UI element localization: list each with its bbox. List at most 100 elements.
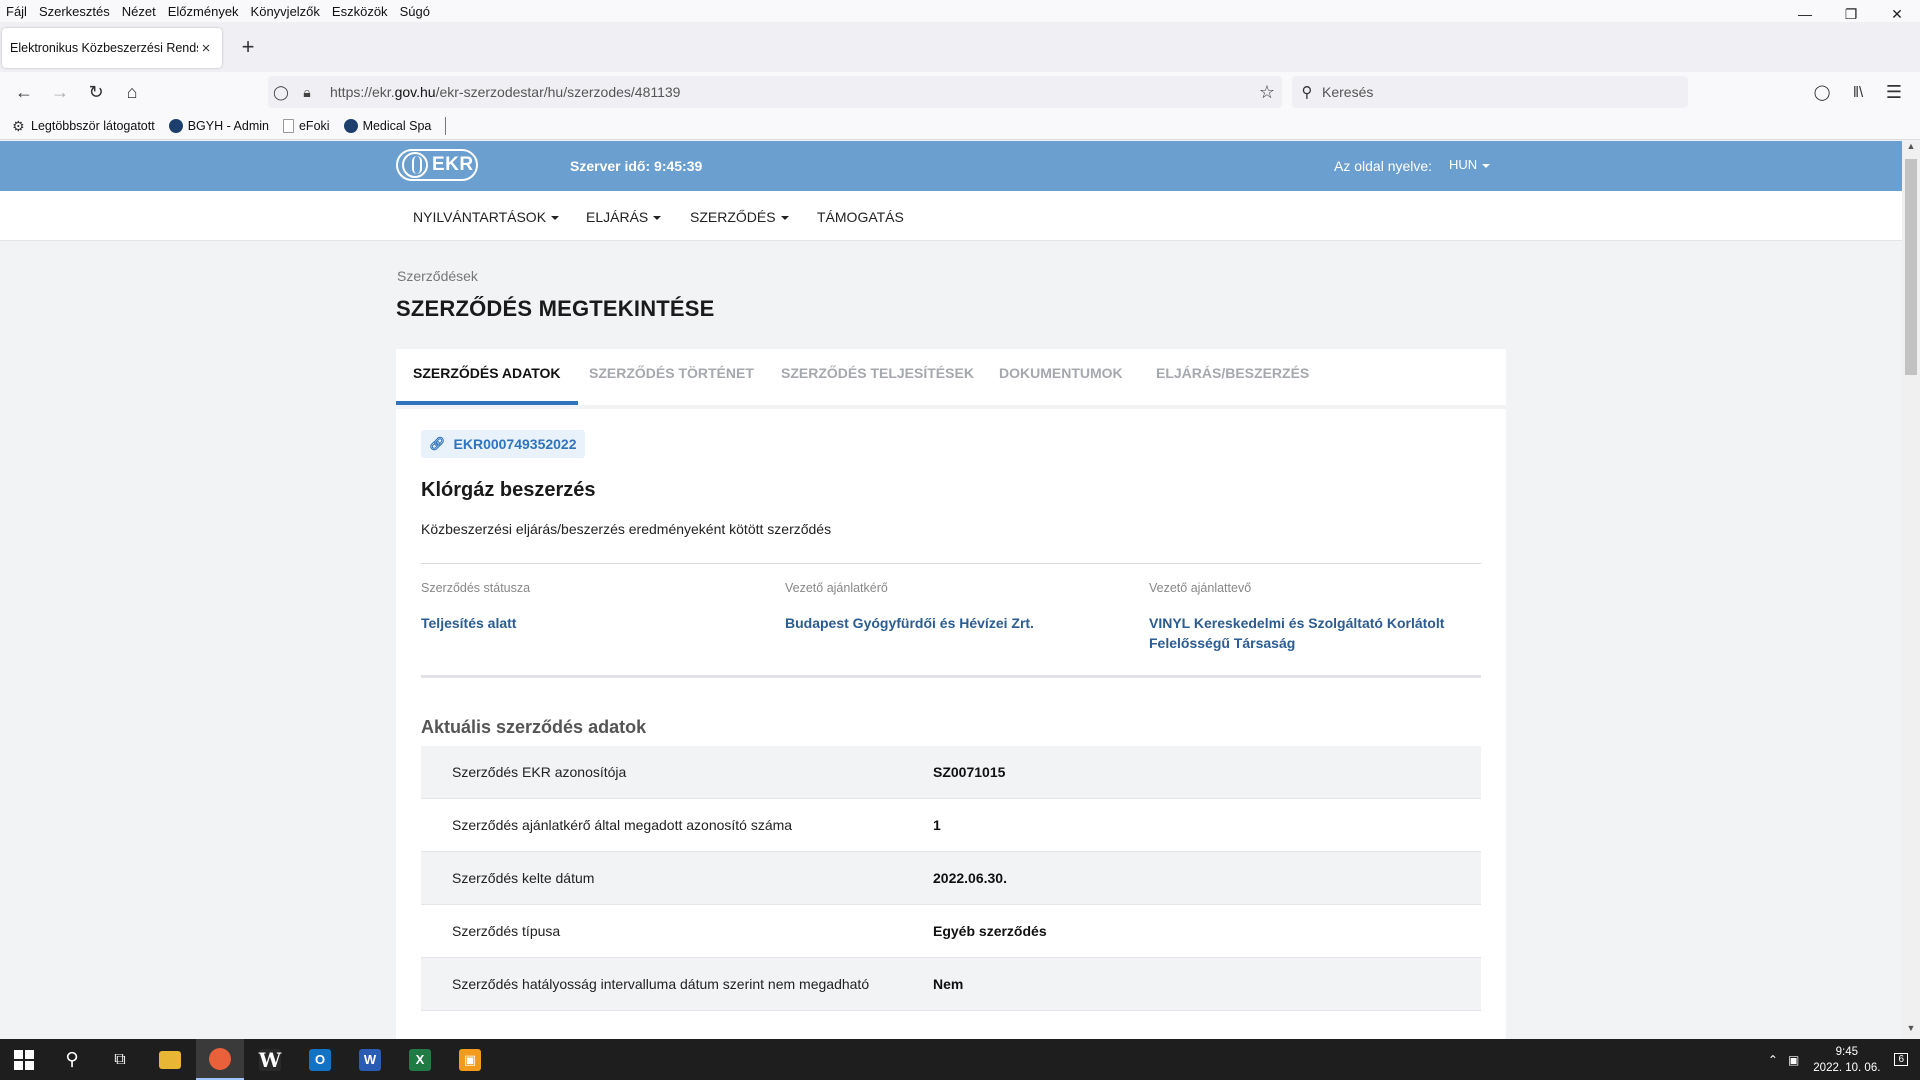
server-time: Szerver idő: 9:45:39 — [570, 158, 703, 174]
tab-contract-data[interactable]: SZERZŐDÉS ADATOK — [396, 349, 578, 405]
notifications-icon[interactable]: 6 — [1894, 1053, 1908, 1066]
section-title: Aktuális szerződés adatok — [421, 717, 647, 737]
site-favicon-icon — [168, 118, 183, 133]
row-value: 2022.06.30. — [933, 870, 1007, 886]
menu-edit[interactable]: Szerkesztés — [33, 4, 116, 19]
home-icon[interactable]: ⌂ — [118, 78, 146, 106]
tab-contract-history[interactable]: SZERZŐDÉS TÖRTÉNET — [589, 349, 754, 405]
language-selector[interactable]: HUN — [1449, 157, 1491, 172]
back-arrow-icon[interactable]: ← — [10, 78, 38, 106]
outlook-icon[interactable]: O — [296, 1039, 344, 1080]
firefox-icon[interactable] — [196, 1039, 244, 1080]
menu-history[interactable]: Előzmények — [162, 4, 245, 19]
row-label: Szerződés kelte dátum — [452, 870, 595, 886]
system-tray: ⌃ ▣ 9:45 2022. 10. 06. 6 — [1768, 1039, 1920, 1080]
ekr-header: EKR Szerver idő: 9:45:39 Az oldal nyelve… — [0, 141, 1902, 191]
menu-file[interactable]: Fájl — [0, 4, 33, 19]
info-contracting-authority: Vezető ajánlatkérő Budapest Gyógyfürdői … — [785, 581, 1115, 633]
search-icon[interactable]: ⚲ — [48, 1039, 96, 1080]
wikipedia-icon[interactable]: W — [246, 1039, 294, 1080]
contract-title: Klórgáz beszerzés — [421, 479, 596, 501]
table-row: Szerződés ajánlatkérő által megadott azo… — [421, 799, 1481, 852]
hamburger-menu-icon[interactable]: ☰ — [1880, 78, 1908, 106]
menu-tools[interactable]: Eszközök — [326, 4, 394, 19]
table-row: Szerződés típusa Egyéb szerződés — [421, 905, 1481, 958]
table-row: Szerződés kelte dátum 2022.06.30. — [421, 852, 1481, 905]
clock[interactable]: 9:45 2022. 10. 06. — [1813, 1044, 1880, 1076]
word-icon[interactable]: W — [346, 1039, 394, 1080]
file-explorer-icon[interactable] — [146, 1039, 194, 1080]
library-icon[interactable]: ‖\ — [1844, 78, 1872, 106]
caret-down-icon — [653, 216, 662, 221]
tab-documents[interactable]: DOKUMENTUMOK — [999, 349, 1123, 405]
info-value-link[interactable]: VINYL Kereskedelmi és Szolgáltató Korlát… — [1149, 613, 1469, 653]
pocket-icon[interactable]: ◯ — [1808, 78, 1836, 106]
row-value: Egyéb szerződés — [933, 923, 1047, 939]
info-label: Szerződés státusza — [421, 581, 531, 595]
nav-eljaras[interactable]: ELJÁRÁS — [586, 209, 662, 225]
menu-bookmarks[interactable]: Könyvjelzők — [245, 4, 326, 19]
menu-view[interactable]: Nézet — [116, 4, 162, 19]
shield-icon[interactable]: ◯ — [268, 84, 294, 101]
excel-icon[interactable]: X — [396, 1039, 444, 1080]
url-text[interactable]: https://ekr.gov.hu/ekr-szerzodestar/hu/s… — [330, 84, 1252, 100]
row-value: SZ0071015 — [933, 764, 1006, 780]
info-tenderer: Vezető ajánlattevő VINYL Kereskedelmi és… — [1149, 581, 1469, 653]
forward-arrow-icon[interactable]: → — [46, 78, 74, 106]
ekr-logo-icon — [402, 152, 428, 178]
breadcrumb[interactable]: Szerződések — [397, 268, 478, 284]
windows-logo-icon — [14, 1049, 34, 1070]
table-row: Szerződés EKR azonosítója SZ0071015 — [421, 746, 1481, 799]
row-value: Nem — [933, 976, 964, 992]
contract-data-table: Szerződés EKR azonosítója SZ0071015 Szer… — [421, 746, 1481, 1011]
new-tab-icon[interactable]: + — [234, 34, 262, 62]
caret-down-icon — [551, 216, 560, 221]
menu-help[interactable]: Súgó — [394, 4, 436, 19]
browser-tab-title: Elektronikus Közbeszerzési Rendszer — [10, 41, 198, 55]
caret-down-icon — [1482, 163, 1491, 168]
reload-icon[interactable]: ↻ — [82, 78, 110, 106]
app-icon[interactable]: ▣ — [446, 1039, 494, 1080]
close-tab-icon[interactable]: × — [198, 40, 214, 57]
info-status: Szerződés státusza Teljesítés alatt — [421, 581, 751, 633]
info-label: Vezető ajánlattevő — [1149, 581, 1252, 595]
bookmark-bgyh-admin[interactable]: BGYH - Admin — [168, 118, 269, 133]
site-favicon-icon — [343, 118, 358, 133]
address-bar[interactable]: ◯ 🔒︎ https://ekr.gov.hu/ekr-szerzodestar… — [268, 76, 1282, 108]
ekr-id-link[interactable]: 🔗︎ EKR000749352022 — [421, 430, 585, 458]
task-view-icon[interactable]: ⧉ — [96, 1039, 144, 1080]
search-placeholder: Keresés — [1322, 84, 1374, 100]
gear-icon: ⚙ — [12, 117, 25, 134]
browser-tabstrip: Elektronikus Közbeszerzési Rendszer × + — [0, 22, 1920, 72]
bookmark-medical-spa[interactable]: Medical Spa — [343, 118, 431, 133]
nav-nyilvantartasok[interactable]: NYILVÁNTARTÁSOK — [413, 209, 560, 225]
nav-tamogatas[interactable]: TÁMOGATÁS — [817, 209, 904, 225]
row-value: 1 — [933, 817, 941, 833]
bookmark-most-visited[interactable]: ⚙ Legtöbbször látogatott — [12, 119, 155, 133]
windows-taskbar: ⚲ ⧉ W O W X ▣ ⌃ ▣ 9:45 2022. 10. 06. 6 — [0, 1039, 1920, 1080]
caret-down-icon — [780, 216, 789, 221]
scrollbar-thumb[interactable] — [1905, 159, 1917, 375]
main-navigation: NYILVÁNTARTÁSOK ELJÁRÁS SZERZŐDÉS TÁMOGA… — [0, 191, 1902, 241]
divider — [421, 675, 1481, 678]
bookmark-efoki[interactable]: eFoki — [282, 118, 330, 133]
info-value-link[interactable]: Budapest Gyógyfürdői és Hévízei Zrt. — [785, 613, 1115, 633]
tray-chevron-up-icon[interactable]: ⌃ — [1768, 1053, 1778, 1067]
bookmark-star-icon[interactable]: ☆ — [1252, 82, 1282, 103]
start-button[interactable] — [0, 1039, 48, 1080]
scroll-up-icon[interactable]: ▲ — [1902, 141, 1920, 157]
document-icon — [282, 118, 294, 133]
lock-icon[interactable]: 🔒︎ — [294, 84, 320, 101]
network-icon[interactable]: ▣ — [1788, 1053, 1799, 1067]
browser-tab[interactable]: Elektronikus Közbeszerzési Rendszer × — [2, 28, 222, 68]
link-icon: 🔗︎ — [429, 436, 446, 451]
page-scrollbar[interactable]: ▲ ▼ — [1902, 141, 1920, 1039]
ekr-logo[interactable]: EKR — [396, 149, 478, 181]
search-bar[interactable]: ⚲ Keresés — [1292, 76, 1688, 108]
tab-procedure[interactable]: ELJÁRÁS/BESZERZÉS — [1156, 349, 1309, 405]
info-value-link[interactable]: Teljesítés alatt — [421, 613, 751, 633]
scroll-down-icon[interactable]: ▼ — [1902, 1023, 1920, 1039]
nav-szerzodes[interactable]: SZERZŐDÉS — [690, 209, 789, 225]
row-label: Szerződés ajánlatkérő által megadott azo… — [452, 817, 793, 833]
tab-contract-fulfillments[interactable]: SZERZŐDÉS TELJESÍTÉSEK — [781, 349, 974, 405]
